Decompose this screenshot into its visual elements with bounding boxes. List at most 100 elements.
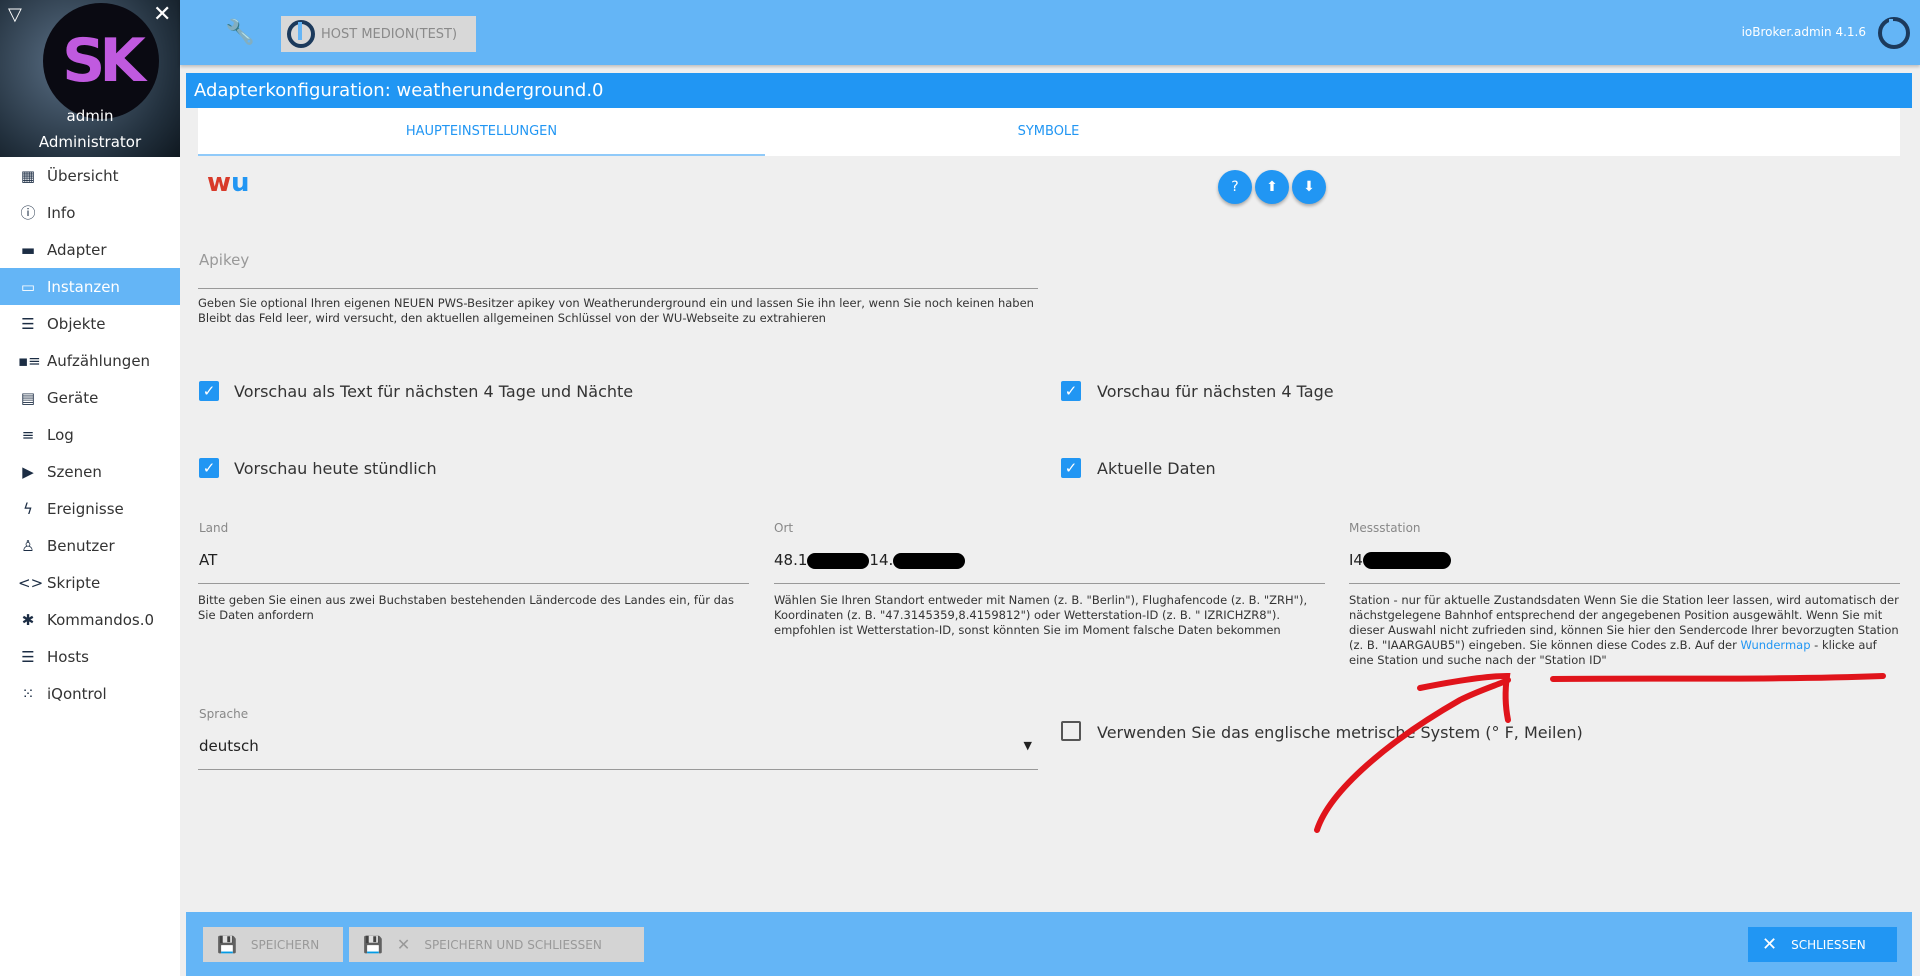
snowflake-icon: ✱	[21, 610, 35, 629]
sidebar-item-label: Info	[47, 203, 76, 222]
close-button[interactable]: ✕ SCHLIESSEN	[1748, 927, 1897, 962]
wrench-icon[interactable]: 🔧	[225, 18, 255, 46]
list-icon: ☰	[21, 314, 35, 333]
sidebar-item-szenen[interactable]: ▶ Szenen	[0, 453, 180, 490]
sidebar-item-label: iQontrol	[47, 684, 107, 703]
checkbox-label: Aktuelle Daten	[1097, 459, 1216, 478]
tab-bar: HAUPTEINSTELLUNGEN SYMBOLE	[198, 108, 1900, 156]
user-icon: ♙	[21, 536, 35, 555]
redaction	[893, 552, 966, 569]
sidebar-item-label: Übersicht	[47, 166, 119, 185]
sidebar-item-label: Aufzählungen	[47, 351, 151, 370]
sidebar-item-bersicht[interactable]: ▦ Übersicht	[0, 157, 180, 194]
devices-icon: ▤	[20, 388, 36, 407]
apikey-input[interactable]: Apikey	[199, 251, 249, 269]
profile-header: ▽ ✕ SK admin Administrator	[0, 0, 180, 157]
info-icon: ⓘ	[20, 204, 36, 222]
ort-underline	[774, 583, 1325, 584]
close-label: SCHLIESSEN	[1791, 937, 1866, 952]
sidebar-item-info[interactable]: ⓘ Info	[0, 194, 180, 231]
sidebar-item-ereignisse[interactable]: ϟ Ereignisse	[0, 490, 180, 527]
sidebar-item-adapter[interactable]: ▬ Adapter	[0, 231, 180, 268]
checkbox-text-forecast[interactable]: ✓	[199, 381, 219, 401]
apikey-help: Geben Sie optional Ihren eigenen NEUEN P…	[198, 296, 1034, 325]
checkbox-current[interactable]: ✓	[1061, 458, 1081, 478]
save-icon: 💾	[363, 935, 383, 954]
sprache-value: deutsch	[199, 737, 259, 755]
instances-icon: ▭	[20, 277, 36, 296]
dropdown-arrow-icon: ▼	[1023, 739, 1032, 752]
avatar: SK	[43, 3, 159, 119]
ort-value: 48.1	[774, 551, 808, 569]
wu-logo: wu	[207, 168, 250, 198]
sidebar-item-label: Hosts	[47, 647, 89, 666]
user-role: Administrator	[38, 133, 142, 151]
sidebar-item-label: Kommandos.0	[47, 610, 155, 629]
tab-haupteinstellungen[interactable]: HAUPTEINSTELLUNGEN	[198, 108, 765, 156]
checkbox-forecast[interactable]: ✓	[1061, 381, 1081, 401]
sidebar-item-instanzen[interactable]: ▭ Instanzen	[0, 268, 180, 305]
sidebar-item-label: Objekte	[47, 314, 106, 333]
station-input[interactable]: I4	[1349, 551, 1451, 569]
dots-icon: ⁙	[21, 684, 35, 703]
sidebar-item-objekte[interactable]: ☰ Objekte	[0, 305, 180, 342]
wundermap-link[interactable]: Wundermap	[1741, 638, 1811, 652]
sidebar-item-benutzer[interactable]: ♙ Benutzer	[0, 527, 180, 564]
station-label: Messstation	[1349, 521, 1421, 535]
apikey-underline	[198, 288, 1038, 289]
sidebar-item-kommandos0[interactable]: ✱ Kommandos.0	[0, 601, 180, 638]
ort-label: Ort	[774, 521, 794, 535]
collapse-icon[interactable]: ▽	[8, 4, 22, 25]
annotation-underline	[1550, 673, 1886, 682]
upload-icon[interactable]: ⬆	[1255, 170, 1289, 204]
sidebar-item-aufzhlungen[interactable]: ▪≡ Aufzählungen	[0, 342, 180, 379]
redaction	[1362, 552, 1451, 569]
ort-help: Wählen Sie Ihren Standort entweder mit N…	[774, 593, 1308, 637]
log-icon: ≡	[21, 425, 35, 444]
enum-icon: ▪≡	[18, 351, 41, 370]
checkbox-hourly[interactable]: ✓	[199, 458, 219, 478]
help-button[interactable]: ?	[1218, 170, 1252, 204]
sidebar-item-label: Ereignisse	[47, 499, 124, 518]
sidebar-item-label: Log	[47, 425, 74, 444]
checkbox-label: Vorschau als Text für nächsten 4 Tage un…	[234, 382, 634, 401]
ort-input[interactable]: 48.1 14.	[774, 551, 966, 569]
sidebar-item-label: Adapter	[47, 240, 107, 259]
iobroker-logo-icon[interactable]	[1878, 17, 1910, 49]
station-value: I4	[1349, 551, 1363, 569]
ort-value-2: 14.	[869, 551, 894, 569]
sprache-label: Sprache	[199, 707, 249, 721]
host-button[interactable]: HOST MEDION(TEST)	[281, 16, 476, 52]
checkbox-metric[interactable]	[1061, 721, 1081, 741]
store-icon: ▬	[20, 240, 36, 259]
sidebar-item-log[interactable]: ≡ Log	[0, 416, 180, 453]
sidebar-item-gerte[interactable]: ▤ Geräte	[0, 379, 180, 416]
sprache-select[interactable]: deutsch ▼	[198, 735, 1038, 770]
checkbox-label: Verwenden Sie das englische metrische Sy…	[1097, 723, 1583, 742]
close-icon[interactable]: ✕	[153, 2, 171, 27]
close-icon: ✕	[1762, 934, 1778, 955]
nav-menu: ▦ Übersicht ⓘ Info ▬ Adapter ▭ Instanzen ☰ Objekt…	[0, 157, 180, 712]
land-help: Bitte geben Sie einen aus zwei Buchstabe…	[198, 593, 734, 622]
hosts-icon: ☰	[21, 647, 35, 666]
save-close-label: SPEICHERN UND SCHLIESSEN	[424, 937, 602, 952]
land-underline	[198, 583, 749, 584]
land-input[interactable]: AT	[199, 551, 217, 569]
sidebar-item-iqontrol[interactable]: ⁙ iQontrol	[0, 675, 180, 712]
checkbox-label: Vorschau heute stündlich	[234, 459, 437, 478]
save-button[interactable]: 💾 SPEICHERN	[203, 927, 343, 962]
save-close-button[interactable]: 💾 ✕ SPEICHERN UND SCHLIESSEN	[349, 927, 644, 962]
tab-symbole[interactable]: SYMBOLE	[765, 108, 1332, 156]
sidebar-item-hosts[interactable]: ☰ Hosts	[0, 638, 180, 675]
redaction	[807, 552, 870, 569]
station-help: Station - nur für aktuelle Zustandsdaten…	[1349, 593, 1899, 668]
download-icon[interactable]: ⬇	[1292, 170, 1326, 204]
host-label: HOST MEDION(TEST)	[321, 26, 458, 42]
land-label: Land	[199, 521, 229, 535]
flash-icon: ϟ	[23, 499, 33, 518]
sidebar-item-label: Szenen	[47, 462, 102, 481]
iobroker-logo-icon	[287, 20, 315, 48]
sidebar-item-skripte[interactable]: <> Skripte	[0, 564, 180, 601]
sidebar: ▽ ✕ SK admin Administrator ▦ Übersicht ⓘ In…	[0, 0, 180, 976]
top-bar: 🔧 HOST MEDION(TEST) ioBroker.admin 4.1.6	[180, 0, 1920, 65]
